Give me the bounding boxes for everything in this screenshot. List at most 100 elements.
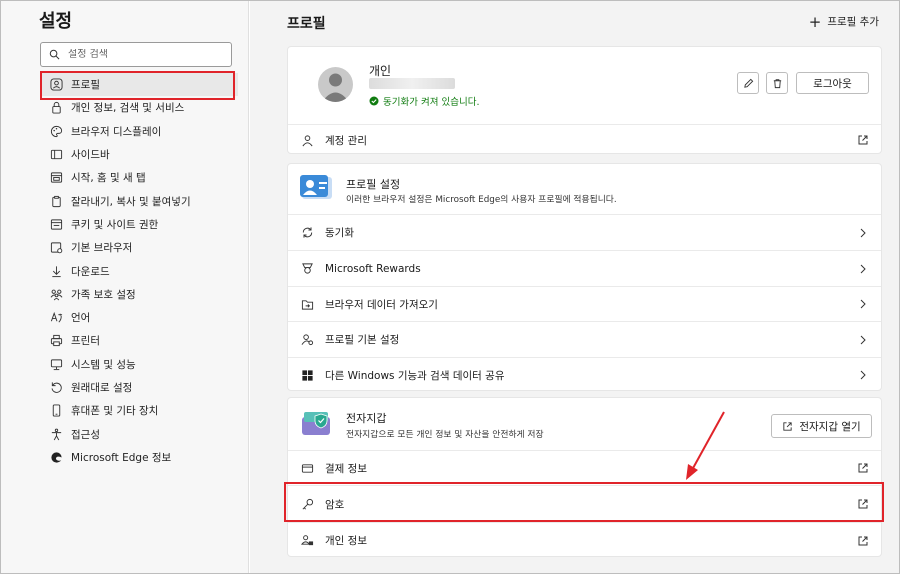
chevron-right-icon	[860, 228, 866, 237]
home-tab-icon	[49, 171, 63, 185]
row-label: 계정 관리	[325, 134, 367, 147]
sidebar-item-label: 쿠키 및 사이트 권한	[71, 218, 159, 231]
sync-row[interactable]: 동기화	[288, 214, 881, 250]
sidebar-item-system[interactable]: 시스템 및 성능	[40, 353, 238, 376]
external-link-icon	[858, 536, 868, 545]
plus-icon: +	[808, 12, 822, 31]
check-circle-icon	[369, 96, 379, 106]
row-label: 동기화	[325, 227, 354, 239]
sidebar-item-default-browser[interactable]: 기본 브라우저	[40, 236, 238, 259]
cookie-icon	[49, 217, 63, 231]
user-icon	[300, 133, 314, 147]
wallet-title: 전자지갑	[346, 412, 387, 425]
row-label: 개인 정보	[325, 535, 367, 547]
sidebar-item-printers[interactable]: 프린터	[40, 329, 238, 352]
sidebar-nav: 프로필 개인 정보, 검색 및 서비스 브라우저 디스플레이 사이드바 시작, …	[40, 73, 238, 469]
family-icon	[49, 287, 63, 301]
sidebar-item-appearance[interactable]: 브라우저 디스플레이	[40, 120, 238, 143]
palette-icon	[49, 124, 63, 138]
payment-info-row[interactable]: 결제 정보	[288, 450, 881, 485]
profile-card: 개인 동기화가 켜져 있습니다. 로그아웃 계정 관리	[287, 46, 882, 154]
profile-settings-desc: 이러한 브라우저 설정은 Microsoft Edge의 사용자 프로필에 적용…	[346, 195, 617, 205]
edit-profile-button[interactable]	[737, 72, 759, 94]
accessibility-icon	[49, 427, 63, 441]
language-icon	[49, 311, 63, 325]
profile-preferences-row[interactable]: 프로필 기본 설정	[288, 321, 881, 357]
sidebar-item-label: 브라우저 디스플레이	[71, 125, 162, 138]
pencil-icon	[743, 78, 753, 88]
sidebar-item-label: 잘라내기, 복사 및 붙여넣기	[71, 195, 191, 208]
clipboard-icon	[49, 194, 63, 208]
folder-import-icon	[300, 297, 314, 311]
sidebar-item-label: 가족 보호 설정	[71, 288, 136, 301]
sync-icon	[300, 226, 314, 240]
profile-settings-title: 프로필 설정	[346, 178, 401, 191]
chevron-right-icon	[860, 370, 866, 380]
logout-button[interactable]: 로그아웃	[796, 72, 869, 94]
open-wallet-button[interactable]: 전자지갑 열기	[771, 414, 872, 438]
profile-settings-card: 프로필 설정 이러한 브라우저 설정은 Microsoft Edge의 사용자 …	[287, 163, 882, 391]
search-icon	[49, 49, 60, 60]
rewards-row[interactable]: Microsoft Rewards	[288, 250, 881, 286]
sidebar-item-label: 언어	[71, 312, 91, 325]
sidebar-item-label: 프린터	[71, 335, 100, 348]
wallet-illustration-icon	[299, 408, 335, 438]
trophy-icon	[300, 262, 314, 276]
download-icon	[49, 264, 63, 278]
search-box[interactable]	[40, 42, 232, 67]
sidebar-item-label: 다운로드	[71, 265, 110, 278]
avatar	[318, 67, 353, 102]
add-profile-button[interactable]: + 프로필 추가	[809, 14, 879, 29]
annotation-arrow-icon	[686, 411, 725, 480]
account-manage-row[interactable]: 계정 관리	[288, 124, 881, 155]
sidebar-item-downloads[interactable]: 다운로드	[40, 259, 238, 282]
import-data-row[interactable]: 브라우저 데이터 가져오기	[288, 286, 881, 321]
sidebar-item-sidebar[interactable]: 사이드바	[40, 143, 238, 166]
delete-profile-button[interactable]	[766, 72, 788, 94]
row-label: 결제 정보	[325, 462, 367, 475]
profile-email-redacted	[369, 78, 455, 89]
browser-icon	[49, 241, 63, 255]
row-label: 다른 Windows 기능과 검색 데이터 공유	[325, 369, 505, 382]
sidebar-item-label: 사이드바	[71, 149, 110, 162]
sidebar-item-label: 접근성	[71, 428, 100, 441]
profile-settings-icon	[300, 333, 314, 347]
external-link-icon	[783, 421, 792, 431]
sidebar-icon	[49, 148, 63, 162]
sidebar-item-label: 휴대폰 및 기타 장치	[71, 405, 159, 418]
add-profile-label: 프로필 추가	[827, 16, 879, 28]
sidebar-item-label: 기본 브라우저	[71, 242, 133, 255]
windows-share-row[interactable]: 다른 Windows 기능과 검색 데이터 공유	[288, 357, 881, 392]
edge-icon	[49, 450, 63, 464]
sidebar-item-label: 개인 정보, 검색 및 서비스	[71, 102, 185, 115]
sidebar-item-phone[interactable]: 휴대폰 및 기타 장치	[40, 399, 238, 422]
sidebar-item-about[interactable]: Microsoft Edge 정보	[40, 446, 238, 469]
profile-name: 개인	[369, 64, 392, 78]
reset-icon	[49, 381, 63, 395]
lock-icon	[49, 101, 63, 115]
phone-icon	[49, 404, 63, 418]
sidebar-item-clipboard[interactable]: 잘라내기, 복사 및 붙여넣기	[40, 189, 238, 212]
row-label: Microsoft Rewards	[325, 262, 421, 275]
settings-title: 설정	[39, 11, 73, 32]
chevron-right-icon	[860, 299, 866, 309]
wallet-desc: 전자지갑으로 모든 개인 정보 및 자산을 안전하게 저장	[346, 430, 544, 440]
highlight-box-profile	[40, 71, 235, 100]
row-label: 프로필 기본 설정	[325, 334, 400, 346]
sidebar-item-start-home[interactable]: 시작, 홈 및 새 탭	[40, 166, 238, 189]
sidebar-item-label: 시스템 및 성능	[71, 358, 136, 371]
windows-icon	[300, 368, 314, 382]
chevron-right-icon	[860, 264, 866, 273]
sidebar-item-label: 원래대로 설정	[71, 382, 133, 394]
sidebar-item-family[interactable]: 가족 보호 설정	[40, 283, 238, 306]
sidebar-item-languages[interactable]: 언어	[40, 306, 238, 329]
personal-info-row[interactable]: 개인 정보	[288, 522, 881, 558]
row-label: 브라우저 데이터 가져오기	[325, 298, 438, 311]
sync-status: 동기화가 켜져 있습니다.	[369, 94, 479, 108]
search-input[interactable]	[68, 49, 218, 60]
sidebar-item-cookies[interactable]: 쿠키 및 사이트 권한	[40, 213, 238, 236]
sidebar-item-reset[interactable]: 원래대로 설정	[40, 376, 238, 399]
open-wallet-label: 전자지갑 열기	[799, 420, 861, 433]
sidebar-item-accessibility[interactable]: 접근성	[40, 422, 238, 445]
trash-icon	[773, 78, 781, 88]
